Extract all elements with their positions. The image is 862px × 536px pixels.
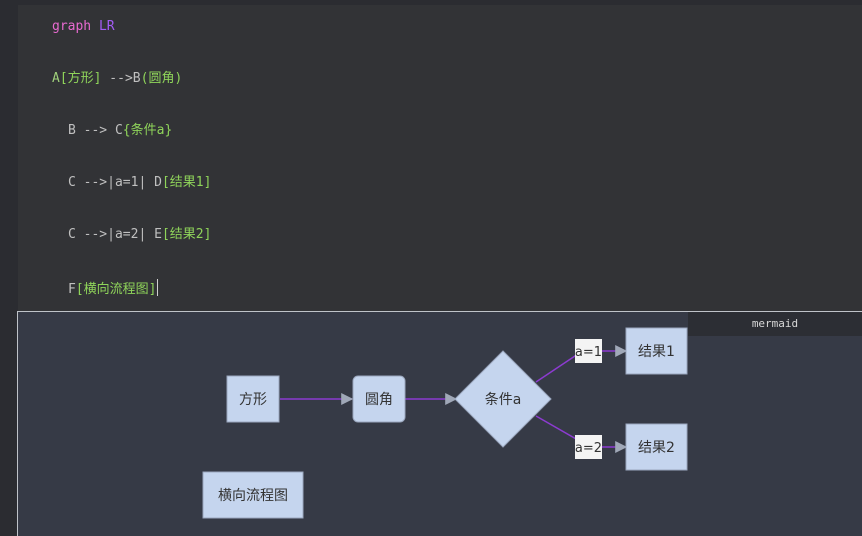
- node-result-2-label: 结果2: [638, 440, 675, 456]
- node-condition-label: 条件a: [485, 391, 522, 408]
- node-horizontal-flowchart-label: 横向流程图: [218, 488, 288, 504]
- edge-label-a1: a=1: [575, 339, 602, 363]
- flowchart: a=1 a=2 方形 圆角 条件a 结果1 结果2 横向流程图: [202, 327, 688, 519]
- node-rounded[interactable]: 圆角: [352, 375, 406, 423]
- node-result-2[interactable]: 结果2: [625, 423, 688, 471]
- edge-label-a2-text: a=2: [575, 441, 602, 456]
- node-square[interactable]: 方形: [226, 375, 280, 423]
- node-square-label: 方形: [239, 392, 267, 408]
- node-horizontal-flowchart[interactable]: 横向流程图: [202, 471, 304, 519]
- edge-label-a1-text: a=1: [575, 345, 602, 360]
- node-condition[interactable]: 条件a: [454, 350, 552, 448]
- edge-label-a2: a=2: [575, 435, 602, 459]
- node-rounded-label: 圆角: [365, 392, 393, 408]
- node-result-1-label: 结果1: [638, 344, 675, 360]
- node-result-1[interactable]: 结果1: [625, 327, 688, 375]
